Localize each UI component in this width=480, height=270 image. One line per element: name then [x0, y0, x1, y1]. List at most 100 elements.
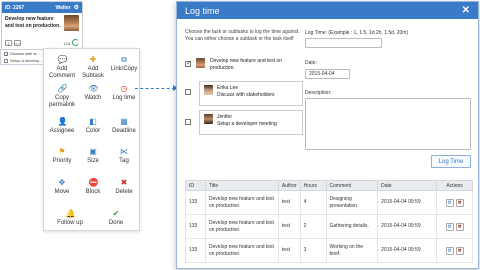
task-id: ID: 2267 [5, 4, 25, 11]
description-textarea[interactable] [305, 98, 471, 150]
menu-item-watch[interactable]: 👁 Watch [77, 84, 109, 102]
cell-author: test [277, 190, 301, 215]
menu-item-move[interactable]: ✥ Move [46, 178, 78, 196]
menu-item-color[interactable]: ◧ Color [77, 117, 109, 135]
column-header: Actions [436, 180, 473, 191]
menu-item-priority[interactable]: ⚑ Priority [46, 147, 78, 165]
menu-item-add-comment[interactable]: 💬 Add Comment [46, 55, 78, 80]
menu-item-follow-up[interactable]: 🔔 Follow up [54, 209, 86, 227]
flag-icon: ⚑ [58, 147, 66, 156]
menu-item-link-copy[interactable]: ⧉ Link/Copy [108, 55, 140, 73]
cell-actions: ⚙ ✖ [436, 214, 473, 239]
move-icon: ✥ [58, 178, 66, 187]
avatar [204, 85, 213, 95]
date-input[interactable]: 2015-04-04 [305, 69, 350, 79]
link-icon: ⧉ [121, 55, 127, 64]
menu-item-size[interactable]: ▣ Size [77, 147, 109, 165]
subtask-label: Discuss with st... [10, 51, 40, 56]
permalink-icon: 🔗 [57, 84, 68, 93]
log-time-label: Log Time: (Example : 1, 1.5, 1d 2h, 1.5d… [305, 30, 409, 36]
subtask-option[interactable] [185, 86, 191, 95]
cell-title: Develop new feature and test on producti… [204, 214, 279, 239]
menu-item-done[interactable]: ✔ Done [100, 209, 132, 227]
task-age: 12d [63, 41, 70, 46]
cell-hours: 4 [299, 190, 327, 215]
main-task-title: Develop new feature and test on producti… [210, 58, 282, 71]
bell-icon: 🔔 [65, 209, 76, 218]
cell-date: 2015-04-04 09:59 [377, 214, 438, 239]
task-title: Develop new feature and test on producti… [5, 16, 61, 29]
avatar [196, 58, 205, 68]
gear-icon[interactable]: ⚙ [445, 222, 454, 231]
action-menu: 💬 Add Comment ✚ Add Subtask ⧉ Link/Copy … [43, 48, 140, 231]
menu-item-add-subtask[interactable]: ✚ Add Subtask [77, 55, 109, 80]
tag-icon: ⋉ [120, 147, 128, 156]
subtask-title: Setup a developer meeting [217, 120, 277, 127]
task-user: Walter [55, 4, 71, 11]
close-icon[interactable]: ✖ [455, 198, 464, 207]
task-card-footer: 1 <> [5, 40, 21, 46]
expand-button[interactable]: <> [14, 40, 21, 46]
time-log-table: ID Title Author Hours Comment Date Actio… [185, 180, 473, 263]
gear-icon[interactable]: ⚙ [445, 246, 454, 255]
column-header: Title [204, 180, 279, 191]
log-time-button[interactable]: Log Time [431, 155, 471, 168]
checkbox-checked[interactable]: ✓ [4, 51, 8, 56]
log-time-dialog: Log time ✕ Choose the task or subtasks t… [176, 1, 479, 269]
subtask-label: Setup a develop... [10, 58, 43, 63]
gear-icon[interactable]: ⚙ [74, 4, 79, 11]
subtask-card[interactable]: Erika Lee Discuss with stakeholders [199, 81, 303, 106]
column-header: Author [277, 180, 301, 191]
table-header-row: ID Title Author Hours Comment Date Actio… [185, 180, 473, 191]
menu-item-deadline[interactable]: ▦ Deadline [108, 117, 140, 135]
main-task-option[interactable]: ✓ Develop new feature and test on produc… [185, 58, 298, 71]
gear-icon[interactable]: ⚙ [445, 198, 454, 207]
menu-item-tag[interactable]: ⋉ Tag [108, 147, 140, 165]
menu-item-log-time[interactable]: ◷ Log time [108, 84, 140, 102]
subtask-title: Discuss with stakeholders [217, 91, 275, 98]
avatar [204, 114, 213, 124]
close-icon[interactable]: ✖ [455, 246, 464, 255]
close-icon[interactable]: ✕ [462, 5, 470, 16]
checkbox[interactable] [185, 89, 191, 95]
block-icon: ⛔ [88, 178, 99, 187]
description-label: Description: [305, 90, 332, 96]
column-header: ID [185, 180, 206, 191]
checkbox[interactable] [185, 119, 191, 125]
subtask-count-button[interactable]: 1 [5, 40, 12, 46]
connector-arrow [135, 88, 175, 89]
cell-author: test [277, 238, 301, 263]
size-icon: ▣ [89, 147, 97, 156]
dialog-intro: Choose the task or subtasks to log the t… [185, 29, 300, 42]
close-icon[interactable]: ✖ [455, 222, 464, 231]
menu-item-delete[interactable]: ✖ Delete [108, 178, 140, 196]
table-row: 133 Develop new feature and test on prod… [185, 214, 473, 239]
table-row: 133 Develop new feature and test on prod… [185, 238, 473, 263]
checkbox[interactable] [4, 58, 8, 63]
check-icon: ✔ [112, 209, 120, 218]
checkbox-checked[interactable]: ✓ [185, 61, 191, 67]
subtask-card[interactable]: Jenifer Setup a developer meeting [199, 110, 303, 135]
user-icon: 👤 [57, 117, 68, 126]
log-time-input[interactable] [305, 38, 382, 48]
cell-id: 133 [185, 190, 206, 215]
menu-item-assignee[interactable]: 👤 Assignee [46, 117, 78, 135]
cell-title: Develop new feature and test on producti… [204, 190, 279, 215]
dialog-title: Log time [185, 5, 220, 16]
cell-comment: Gathering details. [325, 214, 379, 239]
close-icon: ✖ [120, 178, 128, 187]
calendar-icon: ▦ [120, 117, 128, 126]
eye-icon: 👁 [88, 84, 99, 93]
cell-date: 2015-04-04 09:59 [377, 238, 438, 263]
cell-actions: ⚙ ✖ [436, 238, 473, 263]
cell-hours: 2 [299, 214, 327, 239]
cell-comment: Working on the brief. [325, 238, 379, 263]
cell-id: 133 [185, 214, 206, 239]
avatar [64, 15, 79, 31]
column-header: Date [377, 180, 438, 191]
subtask-option[interactable] [185, 116, 191, 125]
menu-item-block[interactable]: ⛔ Block [77, 178, 109, 196]
progress-ring-icon [72, 39, 79, 46]
menu-item-copy-permalink[interactable]: 🔗 Copy permalink [46, 84, 78, 109]
cell-id: 133 [185, 238, 206, 263]
